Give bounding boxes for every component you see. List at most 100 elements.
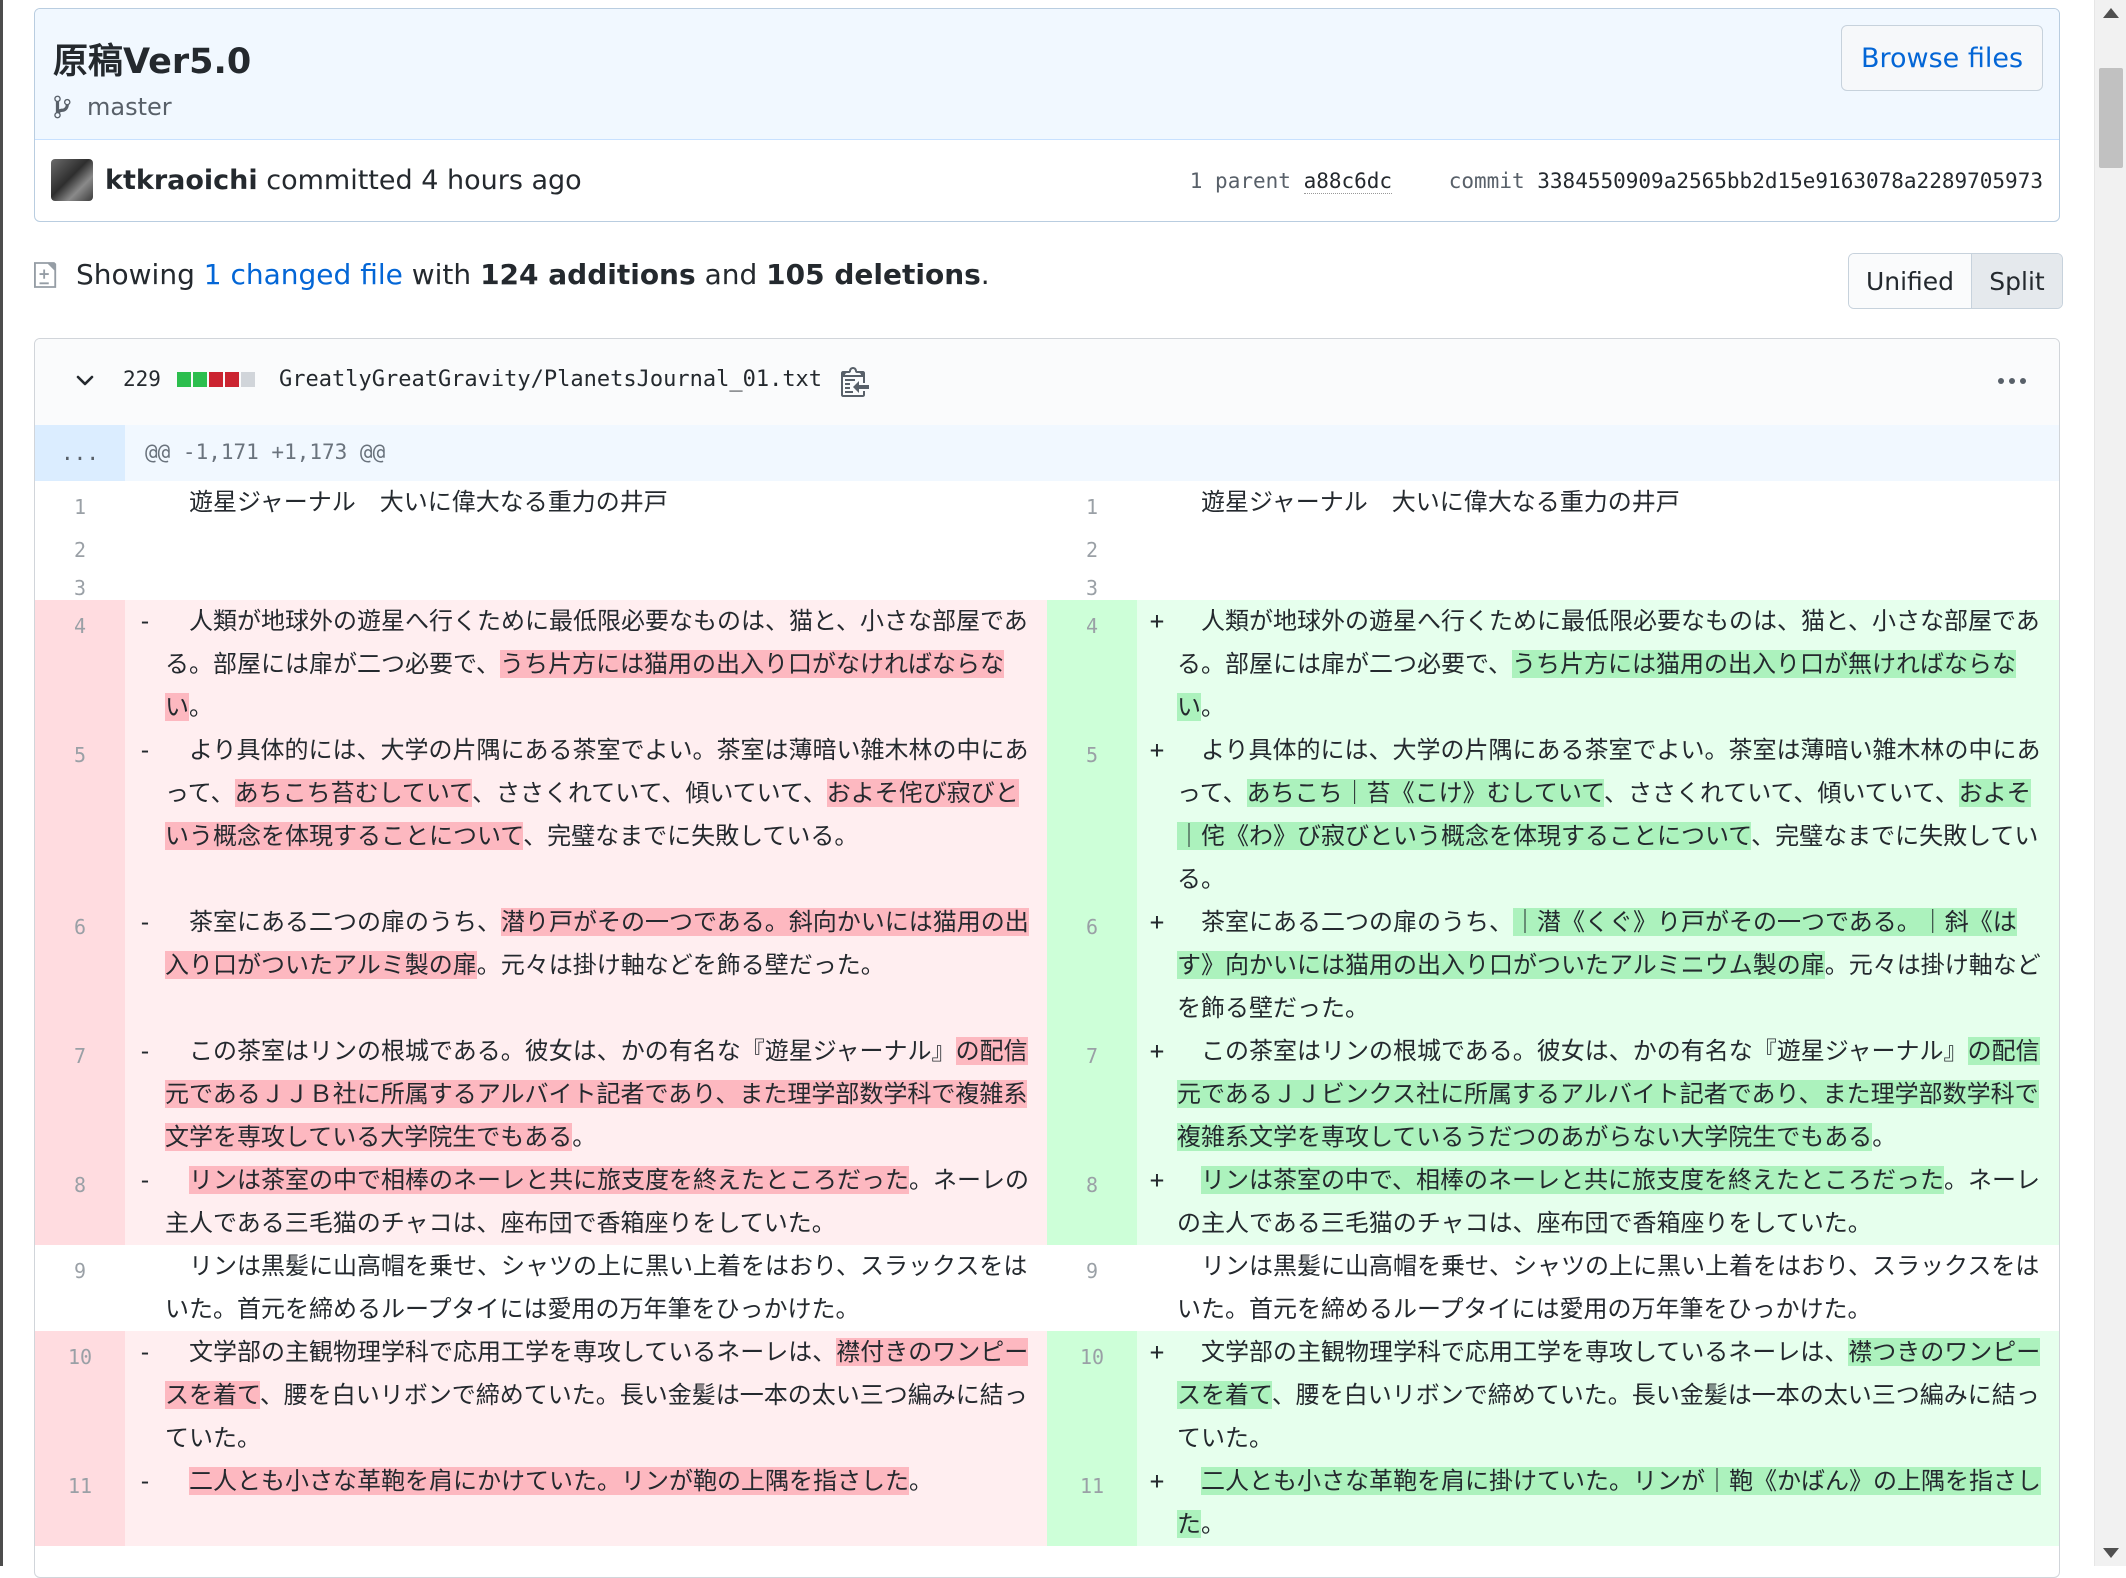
old-line-number[interactable]: 4 (35, 600, 125, 729)
scroll-thumb[interactable] (2099, 68, 2123, 168)
avatar[interactable] (51, 159, 93, 201)
scroll-down-icon[interactable] (2103, 1548, 2119, 1558)
new-code-line (1137, 524, 2059, 562)
new-code-line: + 二人とも小さな革鞄を肩に掛けていた。リンが｜鞄《かばん》の上隅を指さした。 (1137, 1460, 2059, 1546)
diffstat-square (225, 372, 239, 387)
summary-showing: Showing (76, 258, 195, 291)
diffstat-square (209, 372, 223, 387)
split-view-button[interactable]: Split (1972, 254, 2062, 308)
code-text-segment: 。 (909, 1467, 933, 1495)
old-line-number[interactable]: 11 (35, 1460, 125, 1546)
code-text-segment: 。 (1201, 1510, 1225, 1538)
code-text-segment: 、腰を白いリボンで締めていた。長い金髪は一本の太い三つ編みに結っていた。 (165, 1381, 1028, 1452)
new-line-number[interactable]: 11 (1047, 1460, 1137, 1546)
new-line-number[interactable]: 3 (1047, 562, 1137, 600)
parent-sha-link[interactable]: a88c6dc (1303, 169, 1393, 194)
diff-marker: + (1149, 1338, 1165, 1366)
changed-text-highlight: リンは茶室の中で、相棒のネーレと共に旅支度を終えたところだった (1201, 1166, 1945, 1194)
new-code-line: + リンは茶室の中で、相棒のネーレと共に旅支度を終えたところだった。ネーレの主人… (1137, 1159, 2059, 1245)
new-line-number[interactable]: 6 (1047, 901, 1137, 1030)
browse-files-button[interactable]: Browse files (1841, 25, 2043, 91)
new-line-number[interactable]: 5 (1047, 729, 1137, 901)
old-code-line: 遊星ジャーナル 大いに偉大なる重力の井戸 (125, 481, 1047, 524)
summary-and: and (704, 258, 758, 291)
hunk-header: ... @@ -1,171 +1,173 @@ (35, 425, 2059, 481)
file-path[interactable]: GreatlyGreatGravity/PlanetsJournal_01.tx… (279, 367, 822, 392)
commit-label: commit (1448, 169, 1525, 193)
diff-marker (1137, 481, 1177, 524)
code-text-segment: 茶室にある二つの扉のうち、 (1177, 908, 1513, 936)
old-line-number[interactable]: 6 (35, 901, 125, 1030)
new-line-number[interactable]: 2 (1047, 524, 1137, 562)
summary-with: with (411, 258, 472, 291)
old-line-number[interactable]: 9 (35, 1245, 125, 1331)
code-text-segment: 遊星ジャーナル 大いに偉大なる重力の井戸 (165, 488, 668, 516)
old-code-line (125, 524, 1047, 562)
diff-marker: - (137, 1338, 153, 1366)
code-text-segment: リンは黒髪に山高帽を乗せ、シャツの上に黒い上着をはおり、スラックスをはいた。首元… (1177, 1252, 2040, 1323)
old-line-number[interactable]: 10 (35, 1331, 125, 1460)
chevron-down-icon[interactable] (73, 369, 97, 393)
new-line-number[interactable]: 8 (1047, 1159, 1137, 1245)
old-line-number[interactable]: 1 (35, 481, 125, 524)
old-code-line: - この茶室はリンの根城である。彼女は、かの有名な『遊星ジャーナル』の配信元であ… (125, 1030, 1047, 1159)
old-line-number[interactable]: 3 (35, 562, 125, 600)
branch-indicator[interactable]: master (53, 93, 172, 121)
page-scrollbar[interactable] (2094, 0, 2126, 1566)
author-link[interactable]: ktkraoichi (105, 165, 258, 196)
window-left-edge (0, 0, 3, 1566)
code-text-segment (1177, 1467, 1201, 1495)
new-line-number[interactable]: 1 (1047, 481, 1137, 524)
diff-marker: - (137, 1467, 153, 1495)
old-line-number[interactable]: 2 (35, 524, 125, 562)
code-text-segment: 、ささくれていて、傾いていて、 (1603, 779, 1959, 807)
commit-title-area: 原稿Ver5.0 master Browse files (35, 9, 2059, 140)
code-text: 文学部の主観物理学科で応用工学を専攻しているネーレは、襟付きのワンピースを着て、… (165, 1331, 1031, 1460)
new-line-number[interactable]: 10 (1047, 1331, 1137, 1460)
git-branch-icon (54, 95, 71, 119)
diff-marker (1137, 1245, 1177, 1331)
old-line-number[interactable]: 5 (35, 729, 125, 901)
kebab-horizontal-icon[interactable] (1995, 371, 2029, 391)
diff-marker (125, 481, 165, 524)
branch-name: master (87, 93, 172, 121)
unified-view-button[interactable]: Unified (1849, 254, 1972, 308)
code-text-segment: 。 (1201, 693, 1225, 721)
changed-text-highlight: 二人とも小さな革鞄を肩にかけていた。リンが鞄の上隅を指さした (189, 1467, 909, 1495)
clipboard-copy-icon[interactable] (841, 365, 869, 397)
code-text-segment: 、腰を白いリボンで締めていた。長い金髪は一本の太い三つ編みに結っていた。 (1177, 1381, 2040, 1452)
diff-marker (1137, 562, 1177, 600)
diff-marker: + (1149, 607, 1165, 635)
diff-row: 9 リンは黒髪に山高帽を乗せ、シャツの上に黒い上着をはおり、スラックスをはいた。… (35, 1245, 2059, 1331)
code-text: リンは黒髪に山高帽を乗せ、シャツの上に黒い上着をはおり、スラックスをはいた。首元… (165, 1245, 1031, 1331)
committed-time: committed 4 hours ago (266, 165, 582, 196)
new-line-number[interactable]: 4 (1047, 600, 1137, 729)
code-text-segment: 文学部の主観物理学科で応用工学を専攻しているネーレは、 (1177, 1338, 1849, 1366)
changed-files-link[interactable]: 1 changed file (204, 258, 403, 291)
diff-marker: + (1149, 1467, 1165, 1495)
split-diff-table: 1 遊星ジャーナル 大いに偉大なる重力の井戸 1 遊星ジャーナル 大いに偉大なる重… (35, 481, 2059, 1546)
scroll-up-icon[interactable] (2103, 8, 2119, 18)
code-text-segment: 茶室にある二つの扉のうち、 (165, 908, 501, 936)
commit-header: 原稿Ver5.0 master Browse files ktkraoichi … (34, 8, 2060, 222)
deletions-count: 105 deletions (766, 258, 981, 291)
changed-text-highlight: あちこち｜苔《こけ》むしていて (1246, 779, 1604, 807)
diff-row: 11- 二人とも小さな革鞄を肩にかけていた。リンが鞄の上隅を指さした。 11 + 二… (35, 1460, 2059, 1546)
code-text-segment: 。 (189, 693, 213, 721)
commit-sha: 3384550909a2565bb2d15e9163078a2289705973 (1537, 169, 2043, 193)
code-text-segment: 、完璧なまでに失敗している。 (523, 822, 859, 850)
change-count: 229 (123, 367, 161, 391)
diff-marker (125, 1245, 165, 1331)
expand-up-button[interactable]: ... (35, 425, 125, 481)
code-text: 遊星ジャーナル 大いに偉大なる重力の井戸 (165, 481, 1031, 524)
code-text: 遊星ジャーナル 大いに偉大なる重力の井戸 (1177, 481, 2043, 524)
old-line-number[interactable]: 8 (35, 1159, 125, 1245)
new-line-number[interactable]: 9 (1047, 1245, 1137, 1331)
new-code-line: + この茶室はリンの根城である。彼女は、かの有名な『遊星ジャーナル』の配信元であ… (1137, 1030, 2059, 1159)
old-line-number[interactable]: 7 (35, 1030, 125, 1159)
diff-marker: - (137, 1037, 153, 1065)
code-text-segment: 。元々は掛け軸などを飾る壁だった。 (476, 951, 885, 979)
new-line-number[interactable]: 7 (1047, 1030, 1137, 1159)
